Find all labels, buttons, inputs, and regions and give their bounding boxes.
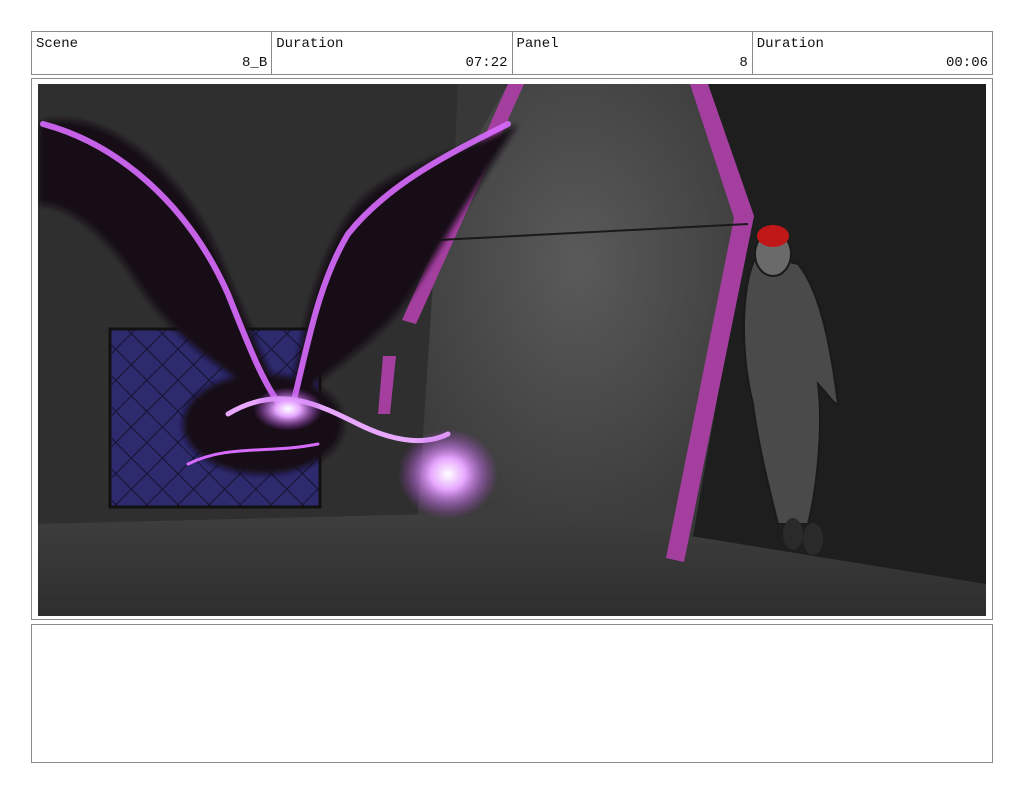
glowing-tail [398,429,498,519]
panel-cell: Panel 8 [513,32,753,74]
storyboard-header: Scene 8_B Duration 07:22 Panel 8 Duratio… [31,31,993,75]
panel-duration-cell: Duration 00:06 [753,32,992,74]
scene-value[interactable]: 8_B [242,55,267,71]
scene-duration-label: Duration [276,36,344,52]
scene-duration-cell: Duration 07:22 [272,32,513,74]
panel-label: Panel [516,36,559,52]
scene-cell: Scene 8_B [32,32,273,74]
character-hair [757,225,789,247]
storyboard-panel-image[interactable] [38,84,986,616]
scene-duration-value[interactable]: 07:22 [465,55,507,71]
scene-label: Scene [36,36,79,52]
notes-area[interactable] [31,624,993,763]
panel-duration-label: Duration [756,36,824,52]
panel-duration-value[interactable]: 00:06 [946,55,988,71]
panel-value[interactable]: 8 [739,55,747,71]
